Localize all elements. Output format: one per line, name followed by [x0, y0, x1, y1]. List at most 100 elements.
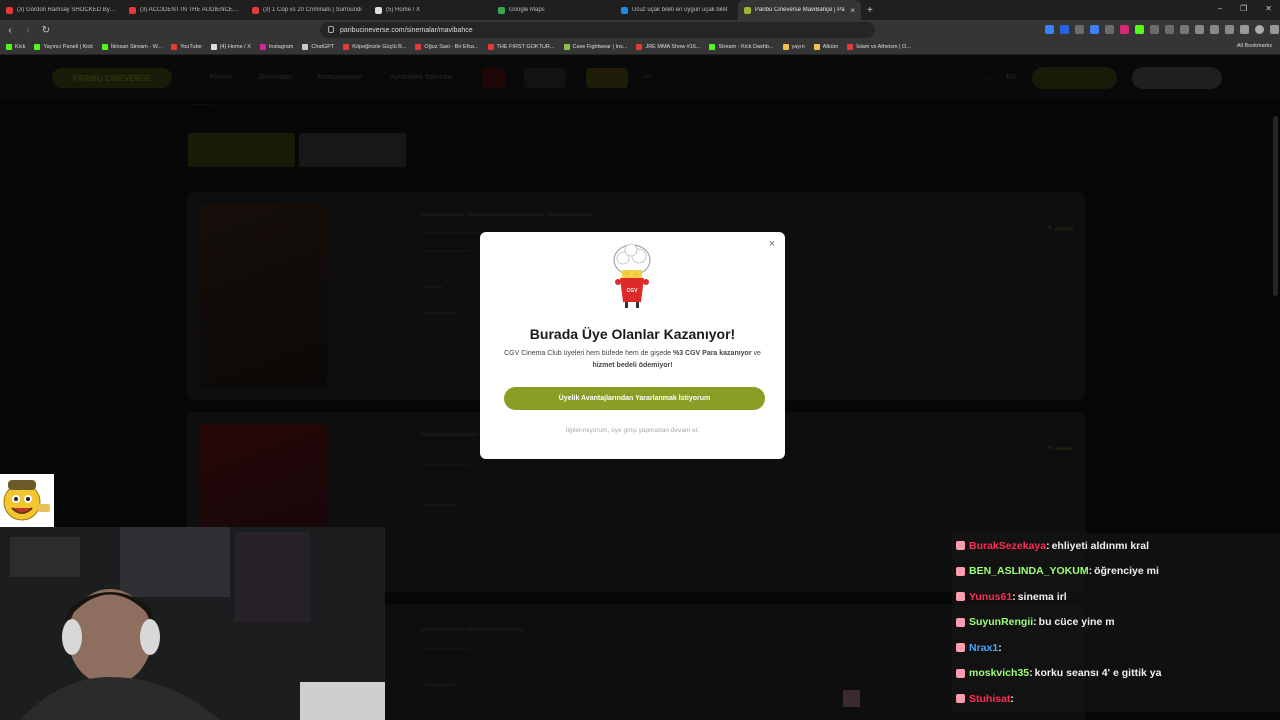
- site-info-icon[interactable]: [328, 26, 334, 33]
- chat-badge-icon: [956, 617, 965, 627]
- extension-icon[interactable]: [1210, 25, 1219, 34]
- close-icon[interactable]: ×: [769, 238, 775, 250]
- extensions-bar: [1045, 25, 1279, 34]
- extension-icon[interactable]: [1060, 25, 1069, 34]
- browser-tab[interactable]: Paribu Cineverse MaviBahçe | Pa ×: [738, 0, 861, 20]
- tab-label: (3) ACCIDENT IN THE AUDIENCE STA: [140, 7, 240, 13]
- minimize-icon[interactable]: –: [1218, 4, 1222, 13]
- chat-separator: :: [1029, 667, 1033, 680]
- membership-benefits-button[interactable]: Üyelik Avantajlarından Yararlanmak İstiy…: [504, 387, 765, 410]
- bookmark-item[interactable]: İslam vs Atheism | O...: [847, 44, 911, 50]
- url-bar[interactable]: paribucineverse.com/sinemalar/mavibahce: [320, 22, 875, 38]
- bookmark-label: Stream - Kick Dashb...: [718, 44, 774, 50]
- browser-tab[interactable]: (3) 1 Cop vs 20 Criminals | Surroundi: [246, 0, 369, 20]
- bookmark-icon: [102, 44, 109, 50]
- youtube-icon: [6, 6, 13, 14]
- bookmark-label: İkinsan Stream - W...: [111, 44, 163, 50]
- maximize-icon[interactable]: ❐: [1240, 4, 1247, 13]
- bookmark-item[interactable]: Yayıncı Paneli | Kick: [34, 44, 93, 50]
- bookmark-icon: [6, 44, 12, 50]
- x-icon: [375, 6, 382, 14]
- emote-sticker: [0, 474, 54, 527]
- bookmark-label: YouTube: [180, 44, 202, 50]
- bookmark-item[interactable]: Stream - Kick Dashb...: [709, 44, 774, 50]
- maps-icon: [498, 6, 505, 14]
- extension-icon[interactable]: [1120, 25, 1129, 34]
- chat-username: Yunus61: [969, 590, 1013, 603]
- extension-icon[interactable]: [1180, 25, 1189, 34]
- browser-tab[interactable]: Google Maps: [492, 0, 615, 20]
- paribu-icon: [744, 6, 751, 14]
- extension-icon[interactable]: [1090, 25, 1099, 34]
- bookmark-icon: [210, 44, 217, 50]
- browser-tab[interactable]: (5) Home / X: [369, 0, 492, 20]
- bookmark-label: JRE MMA Show #16...: [645, 44, 701, 50]
- bookmark-item[interactable]: JRE MMA Show #16...: [636, 44, 700, 50]
- window-controls: – ❐ ✕: [1218, 4, 1272, 13]
- chat-separator: :: [1088, 565, 1093, 578]
- chat-text: bu cüce yine m: [1038, 616, 1115, 629]
- avatar: [843, 690, 860, 707]
- extension-icon[interactable]: [1225, 25, 1234, 34]
- bookmark-item[interactable]: Albüm: [813, 44, 838, 50]
- bookmark-item[interactable]: ChatGPT: [302, 44, 334, 50]
- bookmark-item[interactable]: İkinsan Stream - W...: [102, 44, 162, 50]
- bookmark-item[interactable]: (4) Home / X: [210, 44, 251, 50]
- webcam-feed: [0, 527, 385, 720]
- bookmark-item[interactable]: Köpeğinizle Güçlü B...: [343, 44, 406, 50]
- modal-desc-text: ve: [751, 350, 761, 357]
- bookmark-item[interactable]: Kick: [6, 44, 25, 50]
- tab-label: Paribu Cineverse MaviBahçe | Pa: [755, 7, 845, 13]
- all-bookmarks[interactable]: All Bookmarks: [1237, 43, 1272, 49]
- bookmark-item[interactable]: THE FIRST GOKTUR...: [487, 44, 555, 50]
- forward-icon[interactable]: ›: [20, 25, 36, 36]
- chat-username: BEN_ASLINDA_YOKUM: [969, 565, 1089, 578]
- new-tab-button[interactable]: +: [867, 5, 873, 16]
- extension-icon[interactable]: [1165, 25, 1174, 34]
- bookmark-label: Köpeğinizle Güçlü B...: [352, 44, 407, 50]
- tab-label: (5) Home / X: [386, 7, 421, 13]
- close-tab-icon[interactable]: ×: [850, 6, 855, 15]
- bookmark-item[interactable]: YouTube: [171, 44, 202, 50]
- extension-icon[interactable]: [1150, 25, 1159, 34]
- extension-icon[interactable]: [1135, 25, 1144, 34]
- chat-message: Yunus61: sinema irl: [952, 584, 1280, 610]
- modal-desc-highlight: %3 CGV Para kazanıyor: [672, 350, 752, 357]
- bookmark-icon: [563, 44, 570, 50]
- bookmark-item[interactable]: Instagram: [259, 44, 293, 50]
- chat-username: moskvich35: [969, 667, 1030, 680]
- popcorn-mascot-icon: CGV: [613, 243, 651, 308]
- bookmark-label: Yayıncı Paneli | Kick: [43, 44, 94, 50]
- bookmark-label: THE FIRST GOKTUR...: [496, 44, 555, 50]
- bookmark-label: Kick: [15, 44, 26, 50]
- profile-icon[interactable]: [1255, 25, 1264, 34]
- extension-icon[interactable]: [1195, 25, 1204, 34]
- chat-username: Nrax1: [969, 641, 999, 654]
- bookmark-item[interactable]: yayın: [782, 44, 805, 50]
- youtube-icon: [129, 6, 136, 14]
- browser-tab[interactable]: Ucuz uçak bileti en uygun uçak bilet: [615, 0, 738, 20]
- chat-separator: :: [1046, 539, 1050, 552]
- menu-icon[interactable]: [1270, 25, 1279, 34]
- extension-icon[interactable]: [1240, 25, 1249, 34]
- browser-tab-bar: (3) Gordon Ramsay SHOCKED By Th (3) ACCID…: [0, 0, 1280, 20]
- back-icon[interactable]: ‹: [2, 25, 18, 36]
- close-window-icon[interactable]: ✕: [1265, 4, 1272, 13]
- smiley-face-icon: [3, 480, 50, 521]
- reload-icon[interactable]: ↻: [38, 25, 54, 36]
- tab-label: (3) 1 Cop vs 20 Criminals | Surroundi: [263, 7, 362, 13]
- modal-description: CGV Cinema Club üyeleri hem büfede hem d…: [502, 348, 763, 372]
- extension-icon[interactable]: [1075, 25, 1084, 34]
- extension-icon[interactable]: [1045, 25, 1054, 34]
- browser-tab[interactable]: (3) ACCIDENT IN THE AUDIENCE STA: [123, 0, 246, 20]
- extension-icon[interactable]: [1105, 25, 1114, 34]
- bookmark-item[interactable]: Cave Fightwear | Ins...: [563, 44, 627, 50]
- chat-text: ehliyeti aldınmı kral: [1051, 539, 1150, 552]
- bookmark-item[interactable]: Oğuz Sasi - Bir Efsa...: [415, 44, 479, 50]
- bookmark-icon: [171, 44, 178, 50]
- browser-tab[interactable]: (3) Gordon Ramsay SHOCKED By Th: [0, 0, 123, 20]
- chat-badge-icon: [956, 668, 965, 678]
- bookmark-icon: [302, 44, 309, 50]
- bookmark-label: ChatGPT: [311, 44, 335, 50]
- continue-without-login-link[interactable]: İlgilenmiyorum, üye girişi yapmadan deva…: [480, 427, 785, 434]
